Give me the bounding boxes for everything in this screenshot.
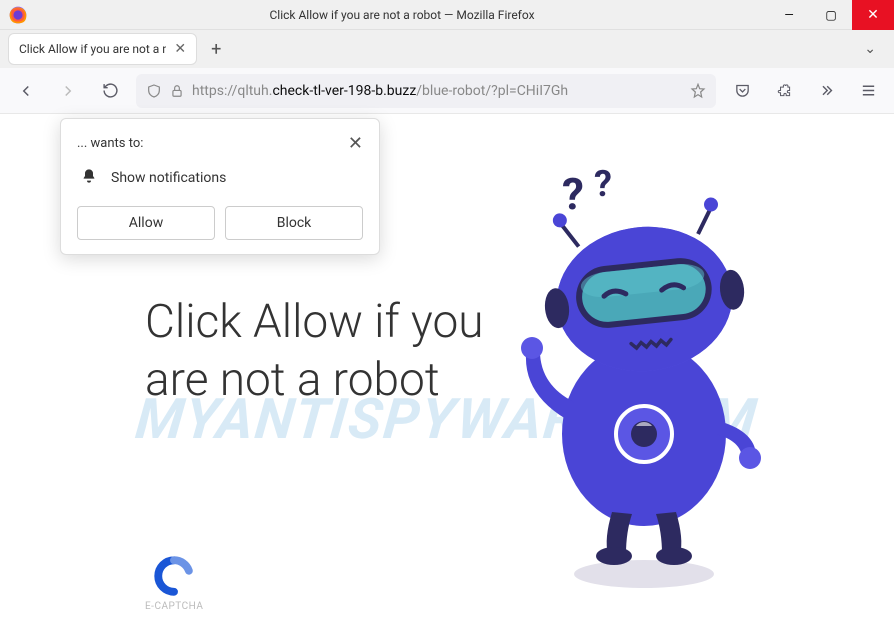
window-controls: — ▢ ✕ bbox=[768, 0, 894, 30]
permission-body: Show notifications bbox=[81, 168, 363, 188]
maximize-button[interactable]: ▢ bbox=[810, 0, 852, 30]
url-bar[interactable]: https://qltuh.check-tl-ver-198-b.buzz/bl… bbox=[136, 74, 716, 108]
notification-permission-popup: ... wants to: ✕ Show notifications Allow… bbox=[60, 118, 380, 255]
nav-toolbar: https://qltuh.check-tl-ver-198-b.buzz/bl… bbox=[0, 68, 894, 114]
pocket-icon bbox=[734, 82, 751, 99]
block-button[interactable]: Block bbox=[225, 206, 363, 240]
back-button[interactable] bbox=[10, 75, 42, 107]
page-headline: Click Allow if you are not a robot bbox=[145, 294, 505, 409]
forward-button[interactable] bbox=[52, 75, 84, 107]
browser-tab[interactable]: Click Allow if you are not a r ✕ bbox=[8, 33, 197, 65]
new-tab-button[interactable]: + bbox=[211, 39, 221, 60]
window-title: Click Allow if you are not a robot — Moz… bbox=[36, 8, 768, 22]
extensions-button[interactable] bbox=[768, 75, 800, 107]
reload-icon bbox=[102, 82, 119, 99]
app-menu-button[interactable] bbox=[852, 75, 884, 107]
tab-bar: Click Allow if you are not a r ✕ + ⌄ bbox=[0, 30, 894, 68]
tabs-dropdown-icon[interactable]: ⌄ bbox=[864, 41, 876, 57]
puzzle-icon bbox=[776, 82, 793, 99]
arrow-right-icon bbox=[59, 82, 77, 100]
window-title-bar: Click Allow if you are not a robot — Moz… bbox=[0, 0, 894, 30]
permission-buttons: Allow Block bbox=[77, 206, 363, 240]
allow-button[interactable]: Allow bbox=[77, 206, 215, 240]
firefox-icon bbox=[8, 5, 28, 25]
pocket-button[interactable] bbox=[726, 75, 758, 107]
permission-close-icon[interactable]: ✕ bbox=[348, 133, 363, 154]
hamburger-icon bbox=[860, 82, 877, 99]
more-tools-button[interactable] bbox=[810, 75, 842, 107]
permission-header: ... wants to: ✕ bbox=[77, 133, 363, 154]
tab-close-icon[interactable]: ✕ bbox=[174, 41, 186, 57]
robot-illustration: ? ? bbox=[494, 154, 774, 594]
svg-text:?: ? bbox=[594, 163, 612, 205]
lock-icon[interactable] bbox=[170, 84, 184, 98]
bell-icon bbox=[81, 168, 97, 188]
permission-origin-text: ... wants to: bbox=[77, 136, 143, 151]
arrow-left-icon bbox=[17, 82, 35, 100]
page-content: MYANTISPYWARE.COM Click Allow if you are… bbox=[0, 114, 894, 642]
captcha-badge: E-CAPTCHA bbox=[145, 555, 203, 612]
bookmark-star-icon[interactable] bbox=[690, 83, 706, 99]
svg-text:?: ? bbox=[562, 168, 584, 220]
minimize-button[interactable]: — bbox=[768, 0, 810, 30]
url-text: https://qltuh.check-tl-ver-198-b.buzz/bl… bbox=[192, 83, 682, 99]
captcha-c-icon bbox=[153, 555, 195, 597]
chevrons-right-icon bbox=[818, 82, 835, 99]
close-button[interactable]: ✕ bbox=[852, 0, 894, 30]
shield-icon[interactable] bbox=[146, 83, 162, 99]
tab-label: Click Allow if you are not a r bbox=[19, 42, 166, 56]
reload-button[interactable] bbox=[94, 75, 126, 107]
captcha-label: E-CAPTCHA bbox=[145, 601, 203, 612]
permission-message: Show notifications bbox=[111, 170, 226, 186]
